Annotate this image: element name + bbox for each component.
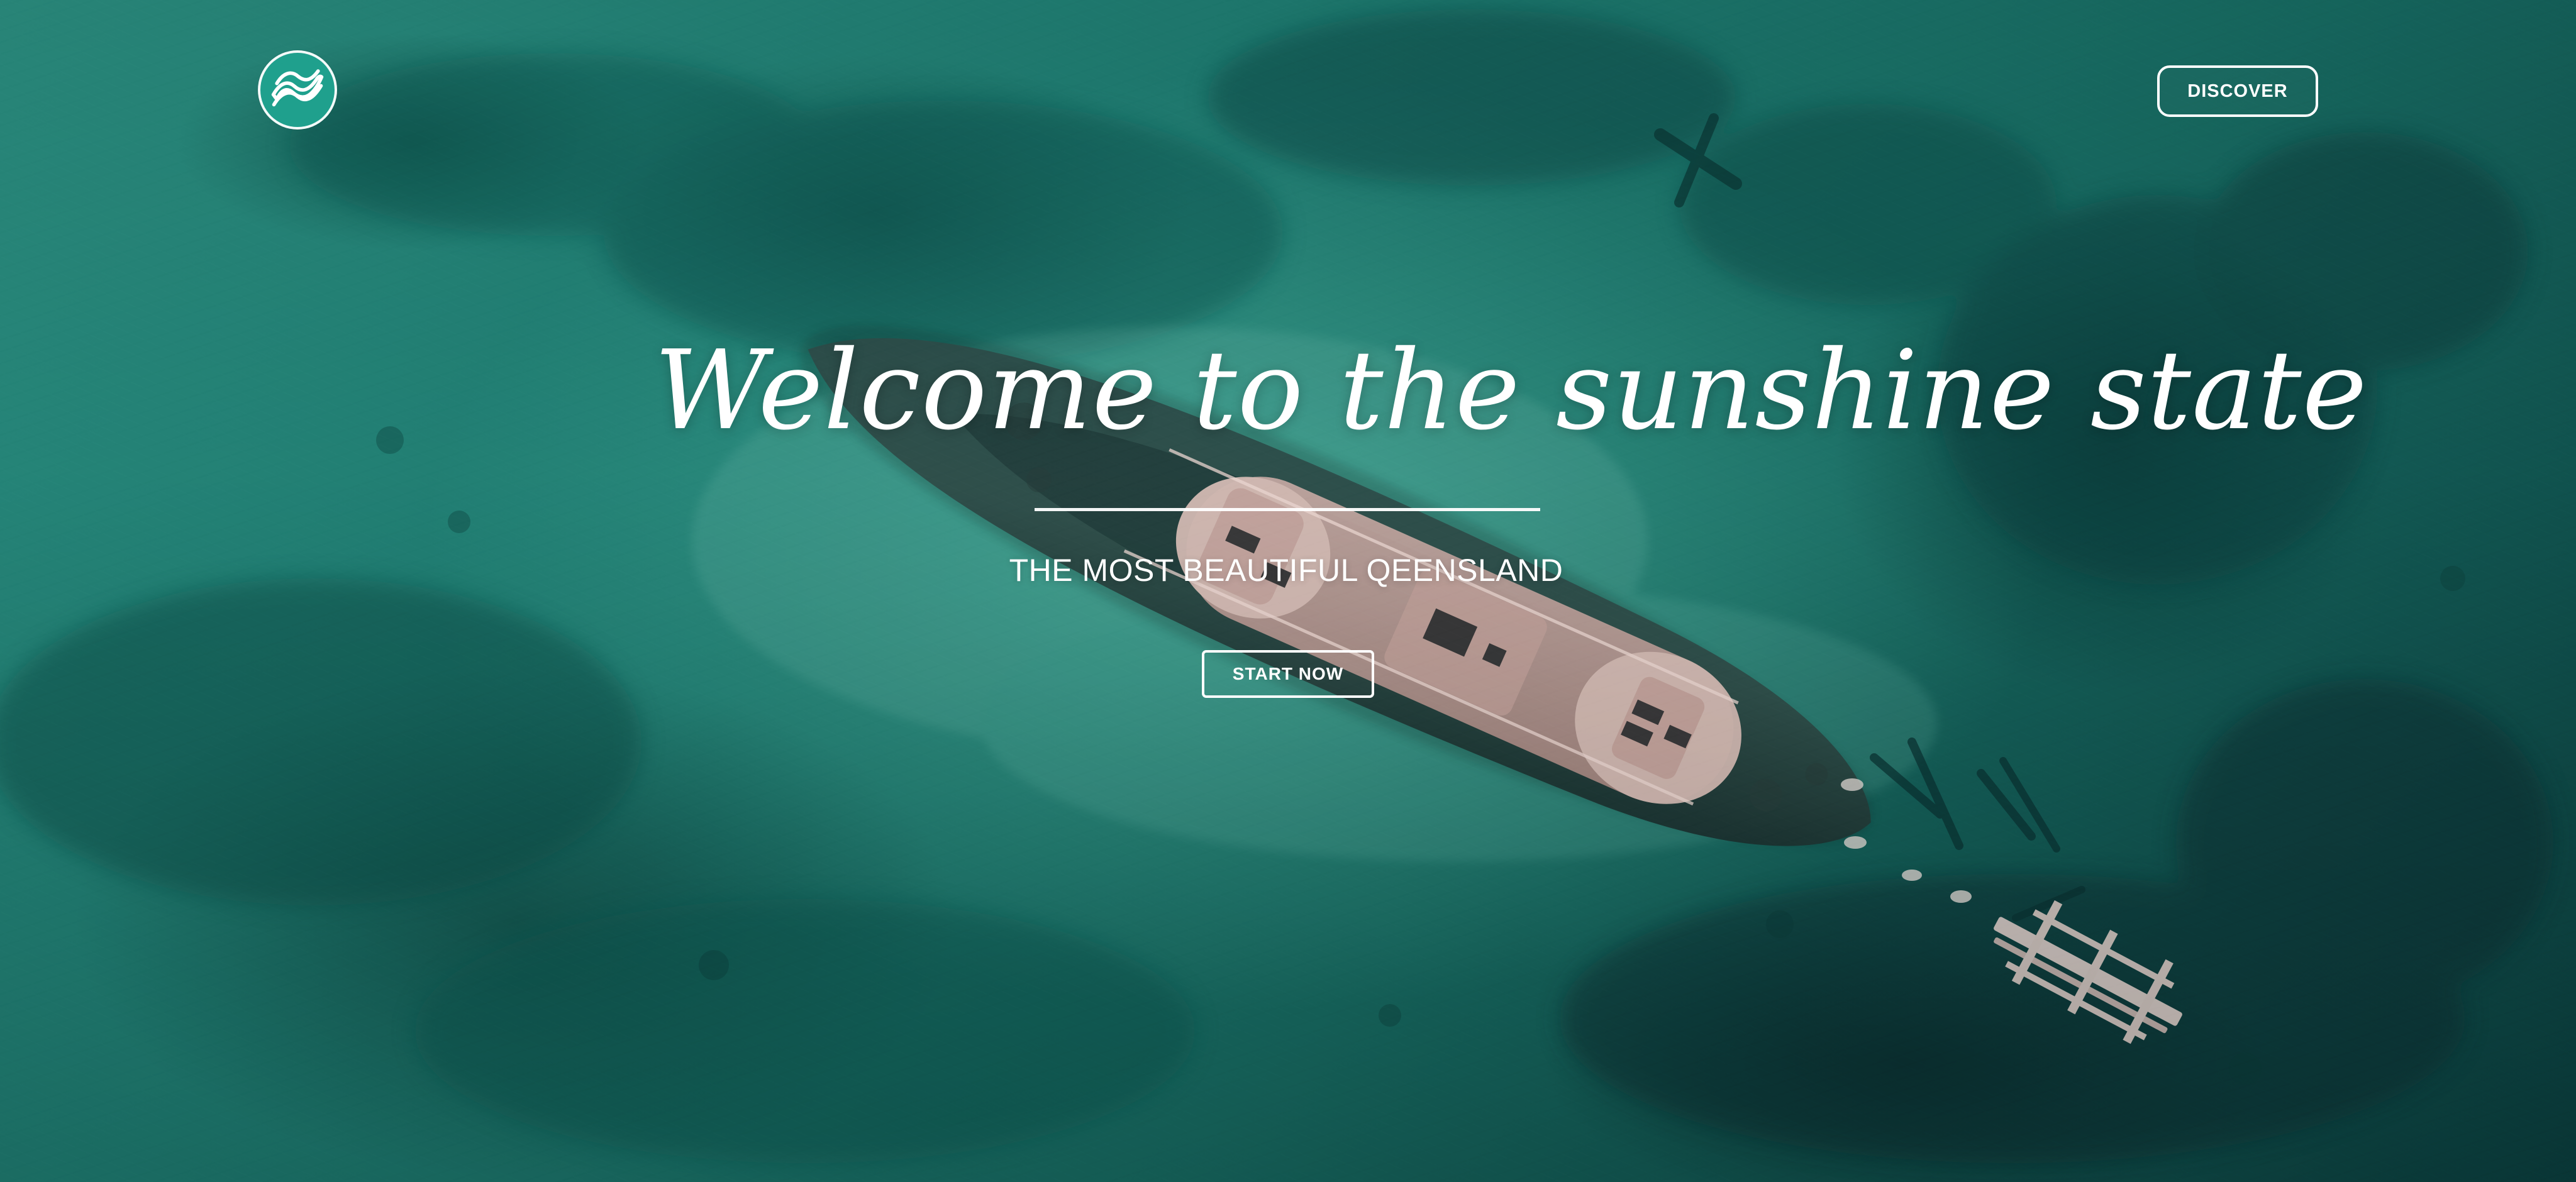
hero-subtitle: THE MOST BEAUTIFUL QEENSLAND bbox=[1009, 553, 1563, 588]
discover-button[interactable]: DISCOVER bbox=[2157, 65, 2318, 117]
brand-logo[interactable] bbox=[258, 50, 337, 130]
title-divider bbox=[1035, 508, 1540, 511]
hero-title: Welcome to the sunshine state bbox=[654, 327, 2368, 455]
wave-logo-icon bbox=[267, 59, 328, 121]
image-overlay bbox=[0, 0, 2576, 1182]
hero-section: DISCOVER Welcome to the sunshine state T… bbox=[0, 0, 2576, 1182]
start-now-button[interactable]: START NOW bbox=[1202, 650, 1374, 698]
